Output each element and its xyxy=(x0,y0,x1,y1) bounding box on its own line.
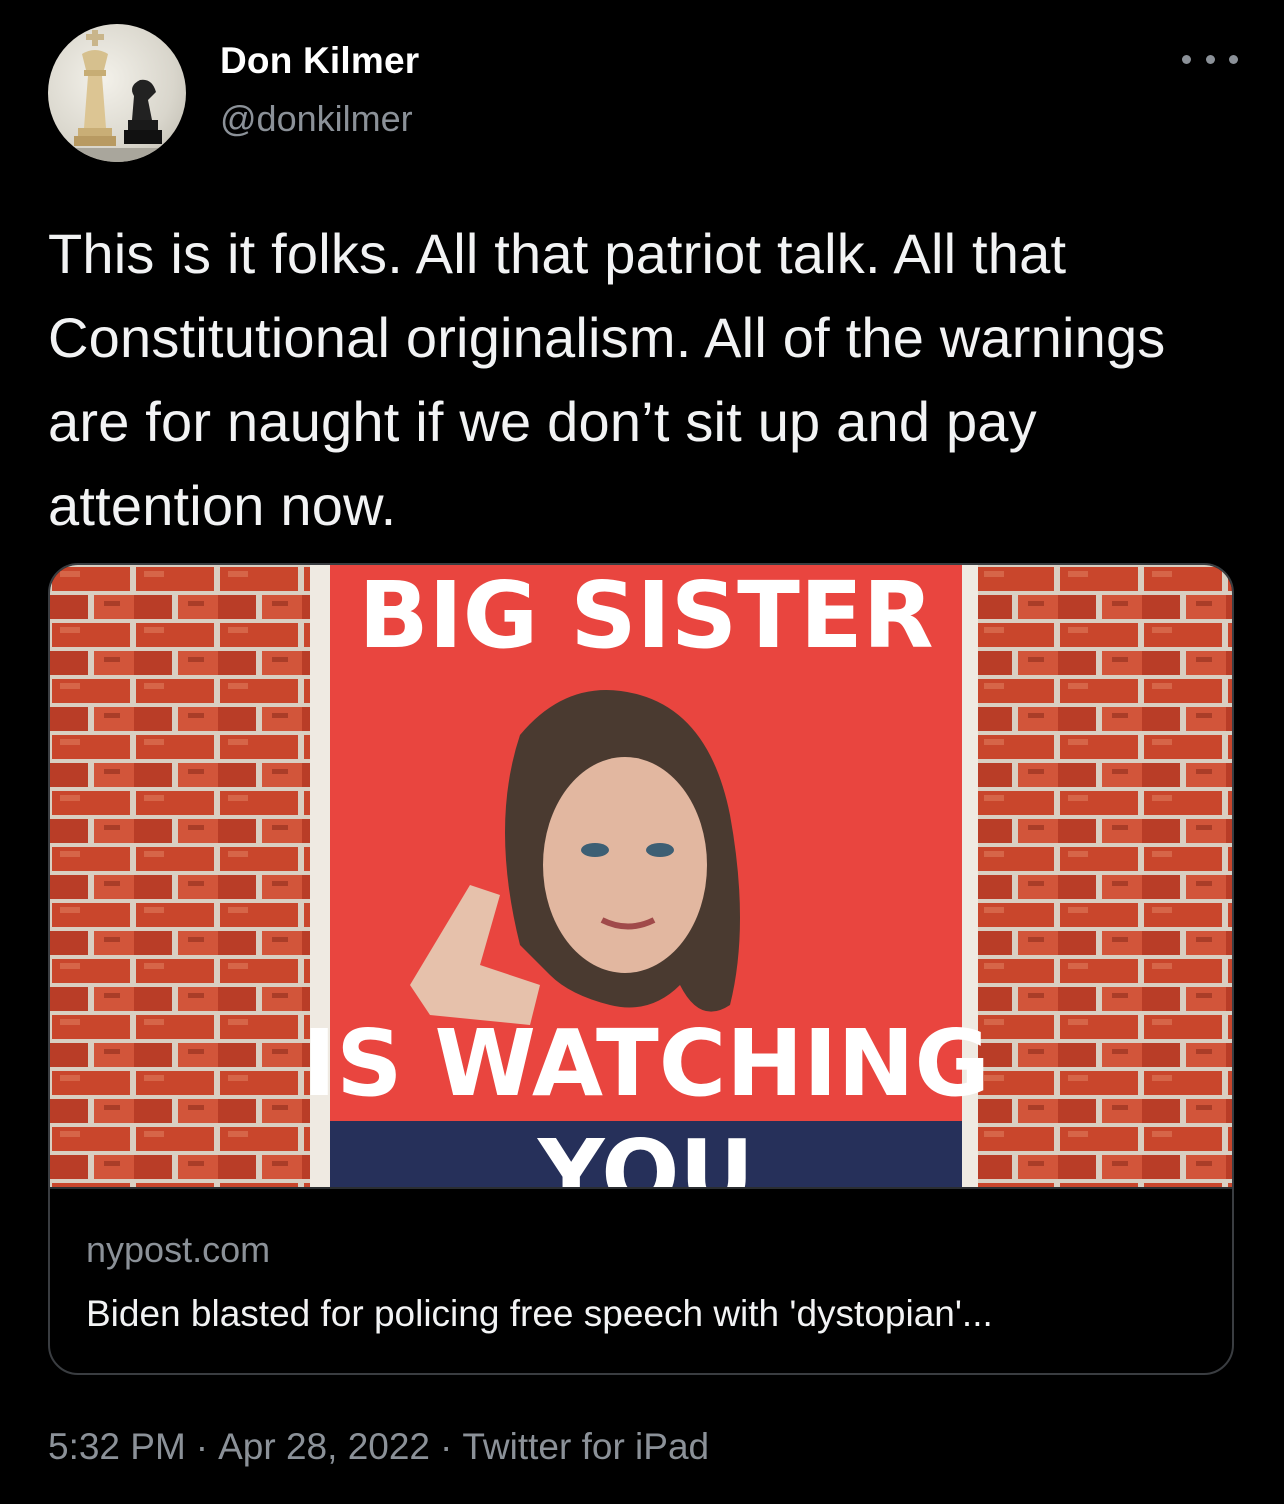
card-divider xyxy=(50,1187,1232,1189)
more-dot xyxy=(1229,54,1238,64)
poster-headline-middle: IS WATCHING xyxy=(302,1010,990,1117)
link-card[interactable]: BIG SISTER IS WATCHING YOU nypost.com Bi… xyxy=(48,563,1234,1375)
user-handle[interactable]: @donkilmer xyxy=(220,98,413,140)
tweet-text: This is it folks. All that patriot talk.… xyxy=(48,222,1166,537)
tweet-source[interactable]: Twitter for iPad xyxy=(462,1426,709,1467)
meta-separator: · xyxy=(440,1426,453,1467)
card-domain: nypost.com xyxy=(86,1229,271,1270)
chess-pieces-avatar xyxy=(48,30,186,162)
tweet-date[interactable]: Apr 28, 2022 xyxy=(218,1426,430,1467)
meta-separator: · xyxy=(195,1426,209,1467)
poster-headline-top: BIG SISTER xyxy=(358,565,933,669)
more-dot xyxy=(1205,54,1215,64)
poster-headline-bottom: YOU xyxy=(537,1120,754,1187)
poster-image: BIG SISTER IS WATCHING YOU xyxy=(50,565,1232,1187)
card-title[interactable]: Biden blasted for policing free speech w… xyxy=(86,1293,1196,1335)
display-name[interactable]: Don Kilmer xyxy=(220,40,419,82)
tweet-time[interactable]: 5:32 PM xyxy=(48,1426,186,1467)
card-image[interactable]: BIG SISTER IS WATCHING YOU xyxy=(50,565,1232,1187)
more-icon[interactable] xyxy=(1182,44,1238,74)
tweet-header: Don Kilmer @donkilmer xyxy=(48,22,1238,162)
more-dot xyxy=(1182,54,1191,64)
avatar[interactable] xyxy=(48,24,186,162)
tweet-meta: 5:32 PM · Apr 28, 2022 · Twitter for iPad xyxy=(48,1426,709,1468)
